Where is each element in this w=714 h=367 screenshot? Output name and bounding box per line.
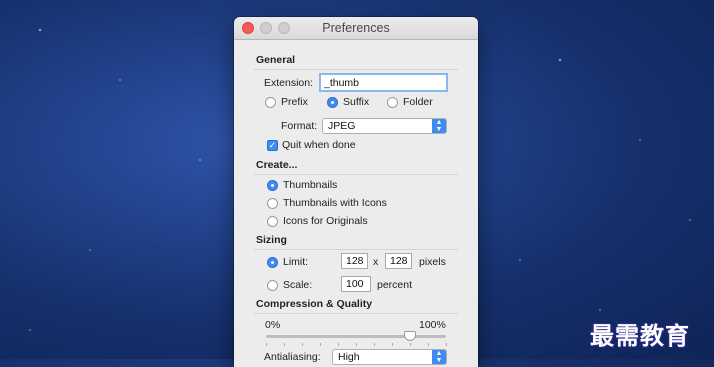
sizing-divider — [254, 249, 458, 250]
slider-tick — [302, 343, 303, 346]
prefix-label: Prefix — [281, 96, 308, 108]
window-title: Preferences — [322, 21, 390, 35]
format-label: Format: — [281, 120, 318, 132]
folder-label: Folder — [403, 96, 433, 108]
thumbnails-radio[interactable] — [267, 180, 278, 191]
extension-field[interactable] — [319, 73, 448, 92]
compression-heading: Compression & Quality — [256, 298, 373, 310]
chevron-updown-icon: ▲ ▼ — [432, 119, 446, 133]
max-quality-label: 100% — [419, 319, 446, 331]
thumbnails-label: Thumbnails — [283, 179, 338, 191]
slider-tick — [356, 343, 357, 346]
antialiasing-label: Antialiasing: — [264, 351, 321, 363]
quality-slider[interactable] — [266, 335, 446, 338]
format-value: JPEG — [328, 120, 356, 132]
slider-tick — [338, 343, 339, 346]
pixels-label: pixels — [419, 256, 446, 268]
icons-for-originals-label: Icons for Originals — [283, 215, 368, 227]
sizing-heading: Sizing — [256, 234, 287, 246]
suffix-radio[interactable] — [327, 97, 338, 108]
slider-tick — [320, 343, 321, 346]
slider-tick — [410, 343, 411, 346]
format-popup[interactable]: JPEG ▲ ▼ — [322, 118, 447, 134]
limit-radio[interactable] — [267, 257, 278, 268]
limit-width-field[interactable] — [341, 253, 368, 269]
scale-radio[interactable] — [267, 280, 278, 291]
antialiasing-value: High — [338, 351, 360, 363]
folder-radio[interactable] — [387, 97, 398, 108]
limit-label: Limit: — [283, 256, 309, 268]
icons-for-originals-radio[interactable] — [267, 216, 278, 227]
title-bar[interactable]: Preferences — [234, 17, 478, 40]
scale-field[interactable] — [341, 276, 371, 292]
min-quality-label: 0% — [265, 319, 281, 331]
extension-label: Extension: — [264, 77, 314, 89]
times-label: x — [373, 256, 379, 268]
suffix-label: Suffix — [343, 96, 370, 108]
slider-tick — [284, 343, 285, 346]
quality-slider-knob[interactable] — [404, 331, 416, 341]
limit-height-field[interactable] — [385, 253, 412, 269]
create-divider — [254, 174, 458, 175]
prefix-radio[interactable] — [265, 97, 276, 108]
scale-label: Scale: — [283, 279, 313, 291]
general-divider — [254, 69, 458, 70]
quit-checkbox[interactable]: ✓ — [267, 140, 278, 151]
thumbnails-with-icons-label: Thumbnails with Icons — [283, 197, 387, 209]
chevron-updown-icon: ▲ ▼ — [432, 350, 446, 364]
slider-tick — [392, 343, 393, 346]
preferences-window: Preferences General Extension: Prefix Su… — [234, 17, 478, 367]
slider-tick — [446, 343, 447, 346]
antialiasing-popup[interactable]: High ▲ ▼ — [332, 349, 447, 365]
create-heading: Create... — [256, 159, 298, 171]
slider-tick — [266, 343, 267, 346]
slider-tick — [428, 343, 429, 346]
quit-label: Quit when done — [282, 139, 356, 151]
percent-label: percent — [377, 279, 413, 291]
thumbnails-with-icons-radio[interactable] — [267, 198, 278, 209]
general-heading: General — [256, 54, 296, 66]
compression-divider — [254, 313, 458, 314]
watermark-logo: 最需教育 — [590, 323, 690, 350]
slider-tick — [374, 343, 375, 346]
